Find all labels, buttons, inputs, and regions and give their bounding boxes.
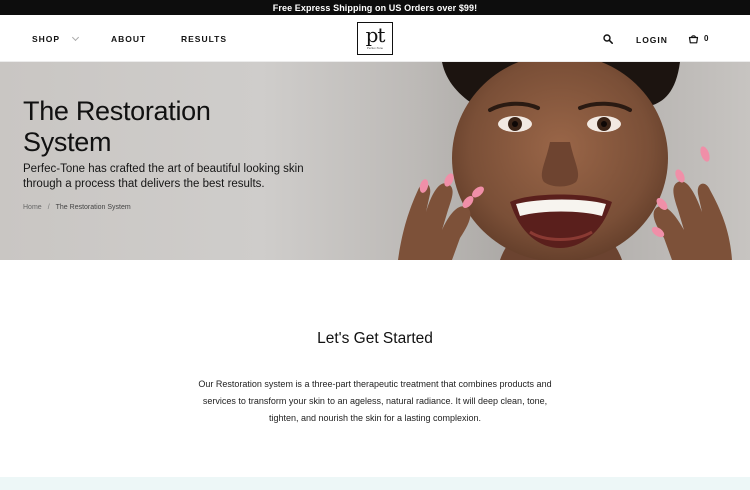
announcement-bar: Free Express Shipping on US Orders over … — [0, 0, 750, 15]
breadcrumb: Home / The Restoration System — [23, 204, 131, 211]
hero-banner: The Restoration System Perfec-Tone has c… — [0, 62, 750, 260]
nav-shop-label: SHOP — [32, 34, 60, 44]
nav-about[interactable]: ABOUT — [111, 34, 146, 44]
chevron-down-icon — [72, 33, 80, 42]
hero-model-image — [398, 62, 732, 260]
hero-subtitle: Perfec-Tone has crafted the art of beaut… — [23, 163, 304, 190]
hero-title: The Restoration System — [23, 96, 211, 157]
breadcrumb-current: The Restoration System — [55, 204, 131, 211]
next-section-band — [0, 477, 750, 490]
section-title: Let's Get Started — [317, 330, 433, 347]
search-icon[interactable] — [603, 34, 613, 44]
site-header: SHOP ABOUT RESULTS pt Perfec-Tone LOGIN … — [0, 15, 750, 62]
login-link[interactable]: LOGIN — [636, 35, 668, 45]
nav-shop[interactable]: SHOP — [32, 33, 80, 44]
cart-icon[interactable] — [688, 34, 699, 44]
nav-results[interactable]: RESULTS — [181, 34, 227, 44]
announcement-text: Free Express Shipping on US Orders over … — [272, 2, 478, 13]
breadcrumb-separator: / — [47, 204, 50, 211]
breadcrumb-home-link[interactable]: Home — [23, 204, 42, 211]
logo-wordmark: Perfec-Tone — [366, 46, 384, 50]
cart-count: 0 — [704, 34, 709, 43]
logo-monogram: pt — [365, 23, 386, 47]
section-body: Our Restoration system is a three-part t… — [198, 379, 552, 423]
site-logo[interactable]: pt Perfec-Tone — [357, 22, 393, 55]
